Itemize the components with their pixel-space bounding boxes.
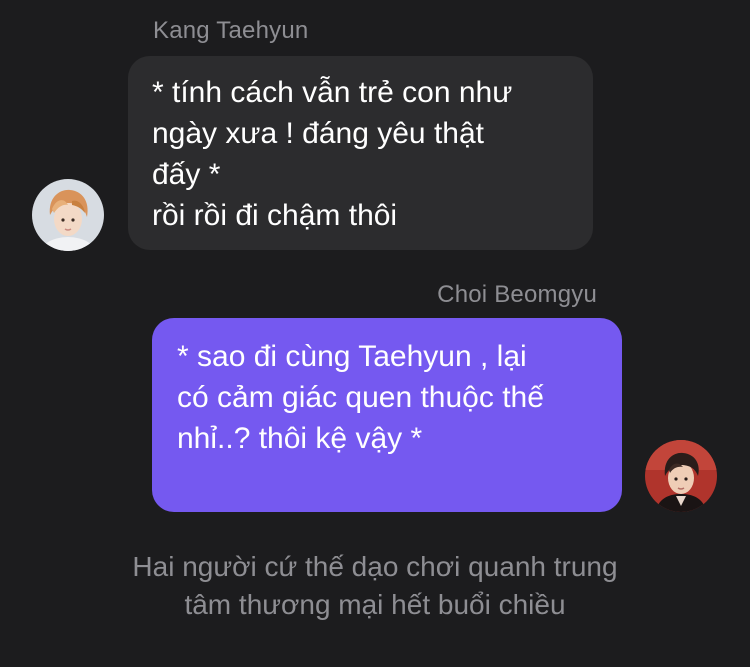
avatar-beomgyu[interactable]: [645, 440, 717, 512]
narration-line: tâm thương mại hết buổi chiều: [184, 589, 566, 620]
message-line: ngày xưa ! đáng yêu thật: [152, 117, 484, 150]
message-bubble-beomgyu[interactable]: * sao đi cùng Taehyun , lại có cảm giác …: [152, 318, 622, 512]
narration-line: Hai người cứ thế dạo chơi quanh trung: [132, 551, 618, 582]
message-line: * sao đi cùng Taehyun , lại: [177, 340, 527, 373]
avatar-photo-beomgyu: [645, 440, 717, 512]
message-line: nhỉ..? thôi kệ vậy *: [177, 422, 423, 455]
avatar-photo-taehyun: [32, 179, 104, 251]
sender-name-beomgyu: Choi Beomgyu: [437, 281, 597, 308]
message-line: rồi rồi đi chậm thôi: [152, 199, 398, 232]
message-line: đấy *: [152, 158, 221, 191]
narration-text: Hai người cứ thế dạo chơi quanh trung tâ…: [0, 548, 750, 624]
avatar-taehyun[interactable]: [32, 179, 104, 251]
sender-name-taehyun: Kang Taehyun: [153, 17, 309, 44]
message-line: có cảm giác quen thuộc thế: [177, 381, 544, 414]
message-line: * tính cách vẫn trẻ con như: [152, 76, 513, 109]
message-bubble-taehyun[interactable]: * tính cách vẫn trẻ con như ngày xưa ! đ…: [128, 56, 593, 250]
